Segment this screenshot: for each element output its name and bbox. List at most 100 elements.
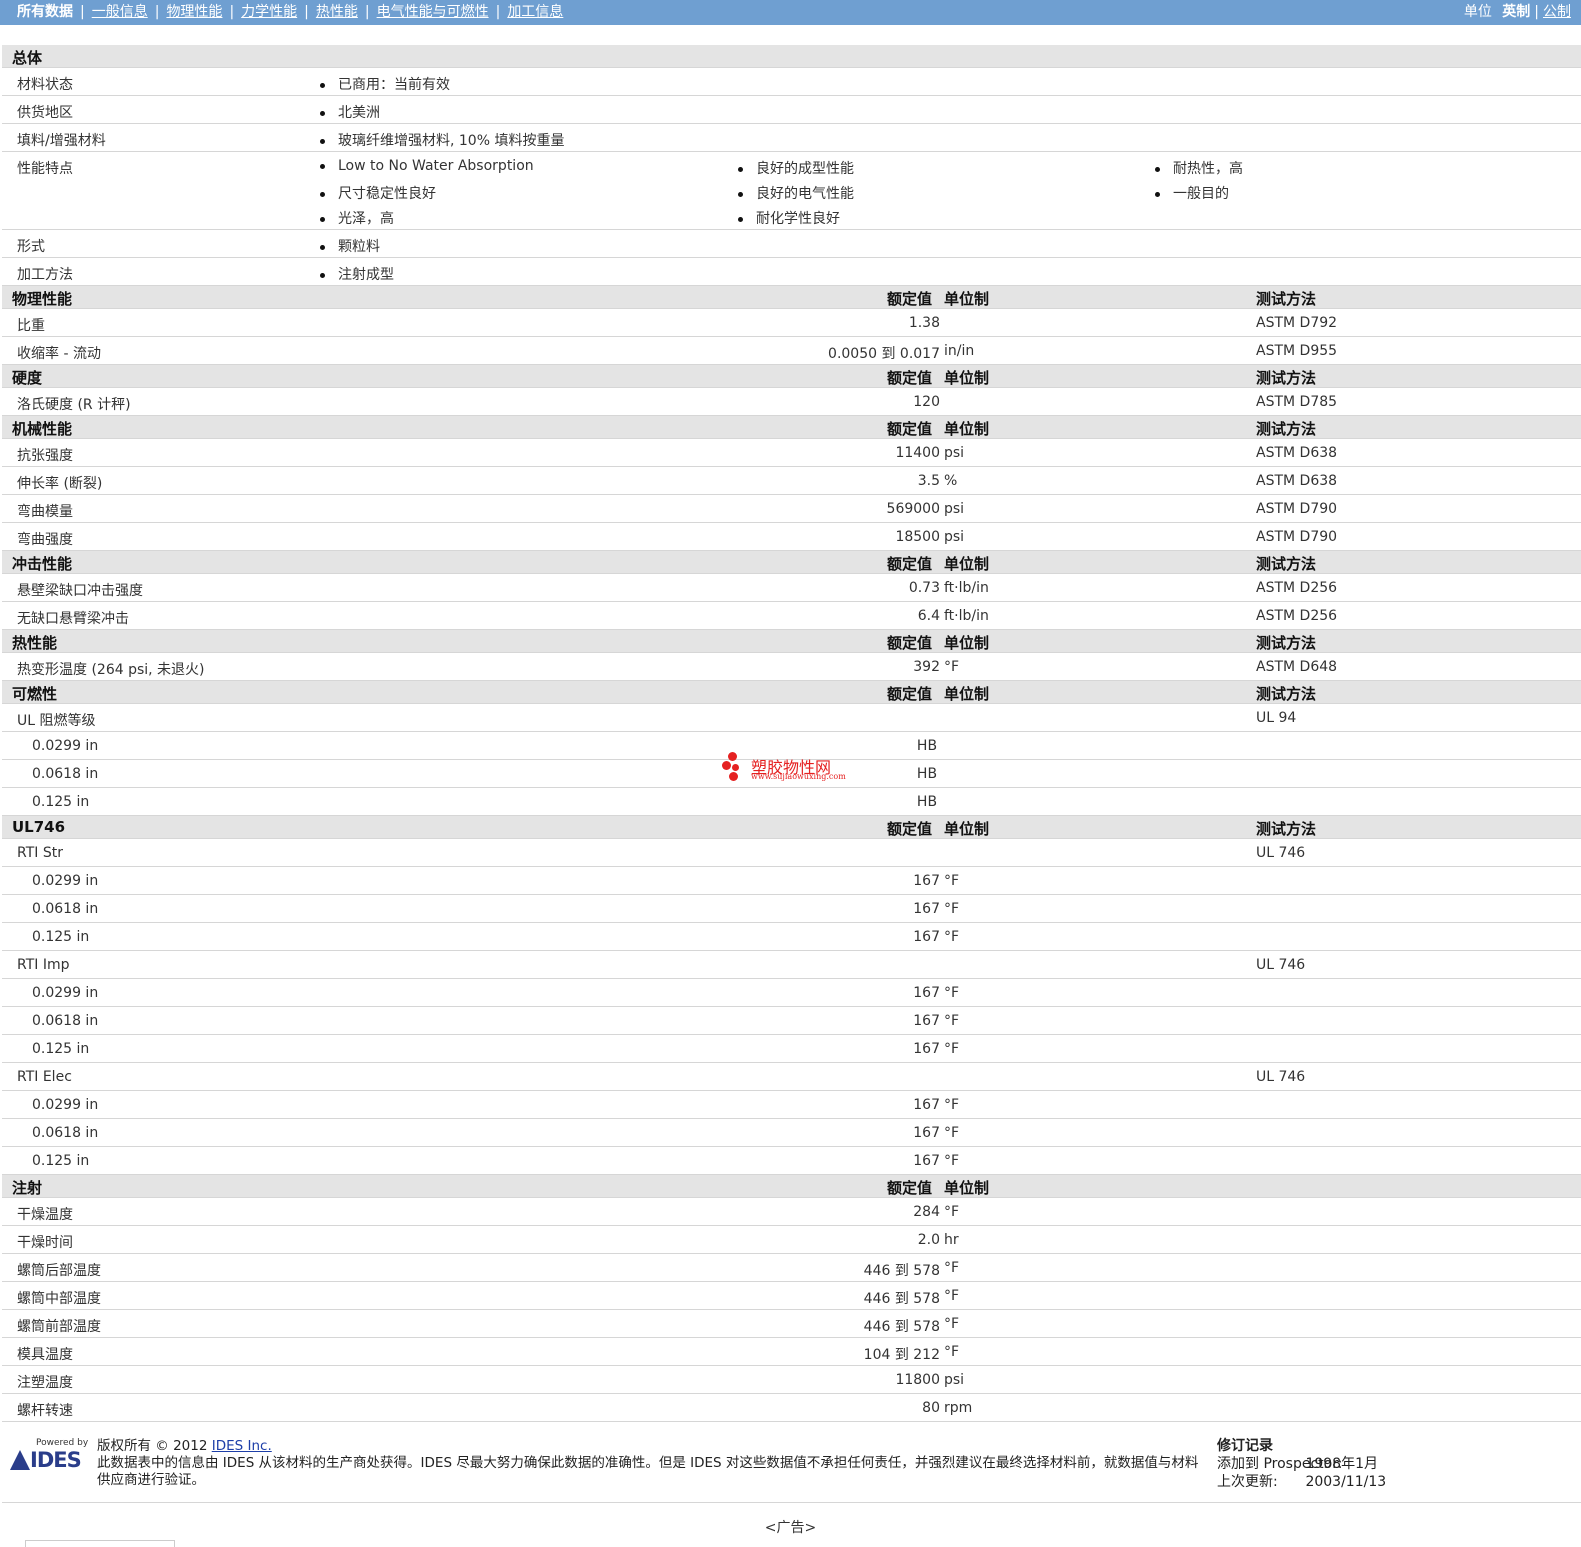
property-value: 392 [913, 659, 940, 675]
property-label: 0.0299 in [32, 1097, 99, 1113]
section-header: UL746 额定值 单位制 测试方法 [2, 816, 1581, 839]
section-title: 机械性能 [12, 420, 73, 438]
property-label: 0.0618 in [32, 901, 99, 917]
test-method: ASTM D256 [1256, 580, 1338, 596]
property-unit: °F [944, 1288, 960, 1304]
tab-electrical-flammability[interactable]: 电气性能与可燃性 [377, 4, 489, 20]
property-value: 167 [913, 1153, 940, 1169]
unit-header: 单位制 [944, 1179, 990, 1197]
bullet-text: 良好的电气性能 [756, 186, 854, 202]
property-label: 螺杆转速 [17, 1403, 73, 1419]
property-label: 洛氏硬度 (R 计秤) [17, 397, 131, 413]
bullet-icon [320, 163, 325, 169]
unit-header: 单位制 [944, 685, 990, 703]
tab-thermal[interactable]: 热性能 [316, 4, 358, 20]
test-method: ASTM D638 [1256, 473, 1338, 489]
property-value: 446 到 578 [863, 1263, 940, 1279]
copyright-prefix: 版权所有 © 2012 [97, 1438, 212, 1454]
property-label: RTI Str [17, 845, 63, 861]
property-row: 模具温度 104 到 212 °F [2, 1338, 1581, 1366]
ides-inc-link[interactable]: IDES Inc. [212, 1438, 272, 1454]
test-method-header: 测试方法 [1256, 420, 1317, 438]
property-label: 抗张强度 [17, 448, 73, 464]
property-unit: °F [944, 1316, 960, 1332]
section-title: 热性能 [12, 634, 58, 652]
unit-header: 单位制 [944, 634, 990, 652]
bullet-item: 耐化学性良好 [738, 208, 840, 228]
property-row: RTI Str UL 746 [2, 839, 1581, 867]
property-row: 0.125 in 167 °F [2, 923, 1581, 951]
property-label: 0.125 in [32, 929, 90, 945]
property-label: UL 阻燃等级 [17, 713, 96, 729]
property-label: 0.125 in [32, 1041, 90, 1057]
property-row: 无缺口悬臂梁冲击 6.4 ft·lb/in ASTM D256 [2, 602, 1581, 630]
general-row: 加工方法 注射成型 [2, 258, 1581, 286]
section-title: 总体 [12, 49, 43, 67]
property-value: 284 [913, 1204, 940, 1220]
tab-mechanical[interactable]: 力学性能 [241, 4, 297, 20]
added-value: 1998年1月 [1305, 1456, 1378, 1472]
property-row: 0.0299 in 167 °F [2, 1091, 1581, 1119]
general-row-label: 填料/增强材料 [17, 133, 106, 149]
bullet-item: 光泽，高 [320, 208, 394, 228]
unit-metric-link[interactable]: 公制 [1543, 4, 1571, 20]
property-row: 0.0618 in 167 °F [2, 1007, 1581, 1035]
bullet-icon [1155, 166, 1160, 172]
property-row: 注塑温度 11800 psi [2, 1366, 1581, 1394]
test-method-header: 测试方法 [1256, 290, 1317, 308]
tab-processing[interactable]: 加工信息 [507, 4, 563, 20]
property-label: 注塑温度 [17, 1375, 73, 1391]
general-row-label: 供货地区 [17, 105, 73, 121]
property-row: 0.0618 in 167 °F [2, 1119, 1581, 1147]
section-title: 物理性能 [12, 290, 73, 308]
property-label: 0.0618 in [32, 1125, 99, 1141]
property-unit: °F [944, 1013, 960, 1029]
property-unit: psi [944, 529, 965, 545]
property-label: 比重 [17, 318, 45, 334]
property-unit: psi [944, 1372, 965, 1388]
section-header: 可燃性 额定值 单位制 测试方法 [2, 681, 1581, 704]
tab-all-data[interactable]: 所有数据 [17, 4, 73, 20]
bullet-icon [1155, 191, 1160, 197]
bullet-text: 耐热性，高 [1173, 161, 1243, 177]
bullet-text: 已商用：当前有效 [338, 77, 450, 93]
unit-header: 单位制 [944, 369, 990, 387]
property-row: 0.0299 in 167 °F [2, 979, 1581, 1007]
test-method-header: 测试方法 [1256, 820, 1317, 838]
tab-general-info[interactable]: 一般信息 [92, 4, 148, 20]
property-unit: °F [944, 929, 960, 945]
test-method: ASTM D638 [1256, 445, 1338, 461]
general-row-label: 加工方法 [17, 267, 73, 283]
property-label: 0.125 in [32, 794, 90, 810]
property-unit: °F [944, 985, 960, 1001]
advertisement-label: <广告> [764, 1520, 817, 1536]
property-unit: °F [944, 1260, 960, 1276]
top-navigation-bar: 所有数据 | 一般信息 | 物理性能 | 力学性能 | 热性能 | 电气性能与可燃性 | 加工信息 单位… [0, 0, 1581, 25]
property-unit: in/in [944, 343, 975, 359]
property-unit: hr [944, 1232, 959, 1248]
property-value: HB [916, 766, 938, 782]
ides-logo-text: IDES [30, 1448, 82, 1472]
bullet-item: 良好的电气性能 [738, 183, 854, 203]
property-row: 悬壁梁缺口冲击强度 0.73 ft·lb/in ASTM D256 [2, 574, 1581, 602]
section-header-general: 总体 [2, 45, 1581, 68]
powered-by-text: Powered by [36, 1438, 89, 1448]
property-row: 收缩率 - 流动 0.0050 到 0.017 in/in ASTM D955 [2, 337, 1581, 365]
property-label: 无缺口悬臂梁冲击 [17, 611, 129, 627]
bullet-item: 已商用：当前有效 [320, 74, 450, 94]
bullet-item: 玻璃纤维增强材料, 10% 填料按重量 [320, 130, 564, 150]
bullet-item: 耐热性，高 [1155, 158, 1243, 178]
watermark-logo: 塑胶物性网 www.sujiaowuxing.com [720, 750, 860, 786]
property-value: 167 [913, 901, 940, 917]
property-unit: °F [944, 873, 960, 889]
bullet-text: 北美洲 [338, 105, 380, 121]
general-row: 性能特点 Low to No Water Absorption 良好的成型性能 耐热性… [2, 152, 1581, 230]
bullet-item: 一般目的 [1155, 183, 1229, 203]
property-row: 0.125 in 167 °F [2, 1035, 1581, 1063]
section-title: 硬度 [12, 369, 43, 387]
nominal-header: 额定值 [887, 290, 933, 308]
unit-imperial[interactable]: 英制 [1502, 4, 1530, 20]
bullet-text: 良好的成型性能 [756, 161, 854, 177]
test-method: UL 746 [1256, 845, 1306, 861]
tab-physical[interactable]: 物理性能 [166, 4, 222, 20]
